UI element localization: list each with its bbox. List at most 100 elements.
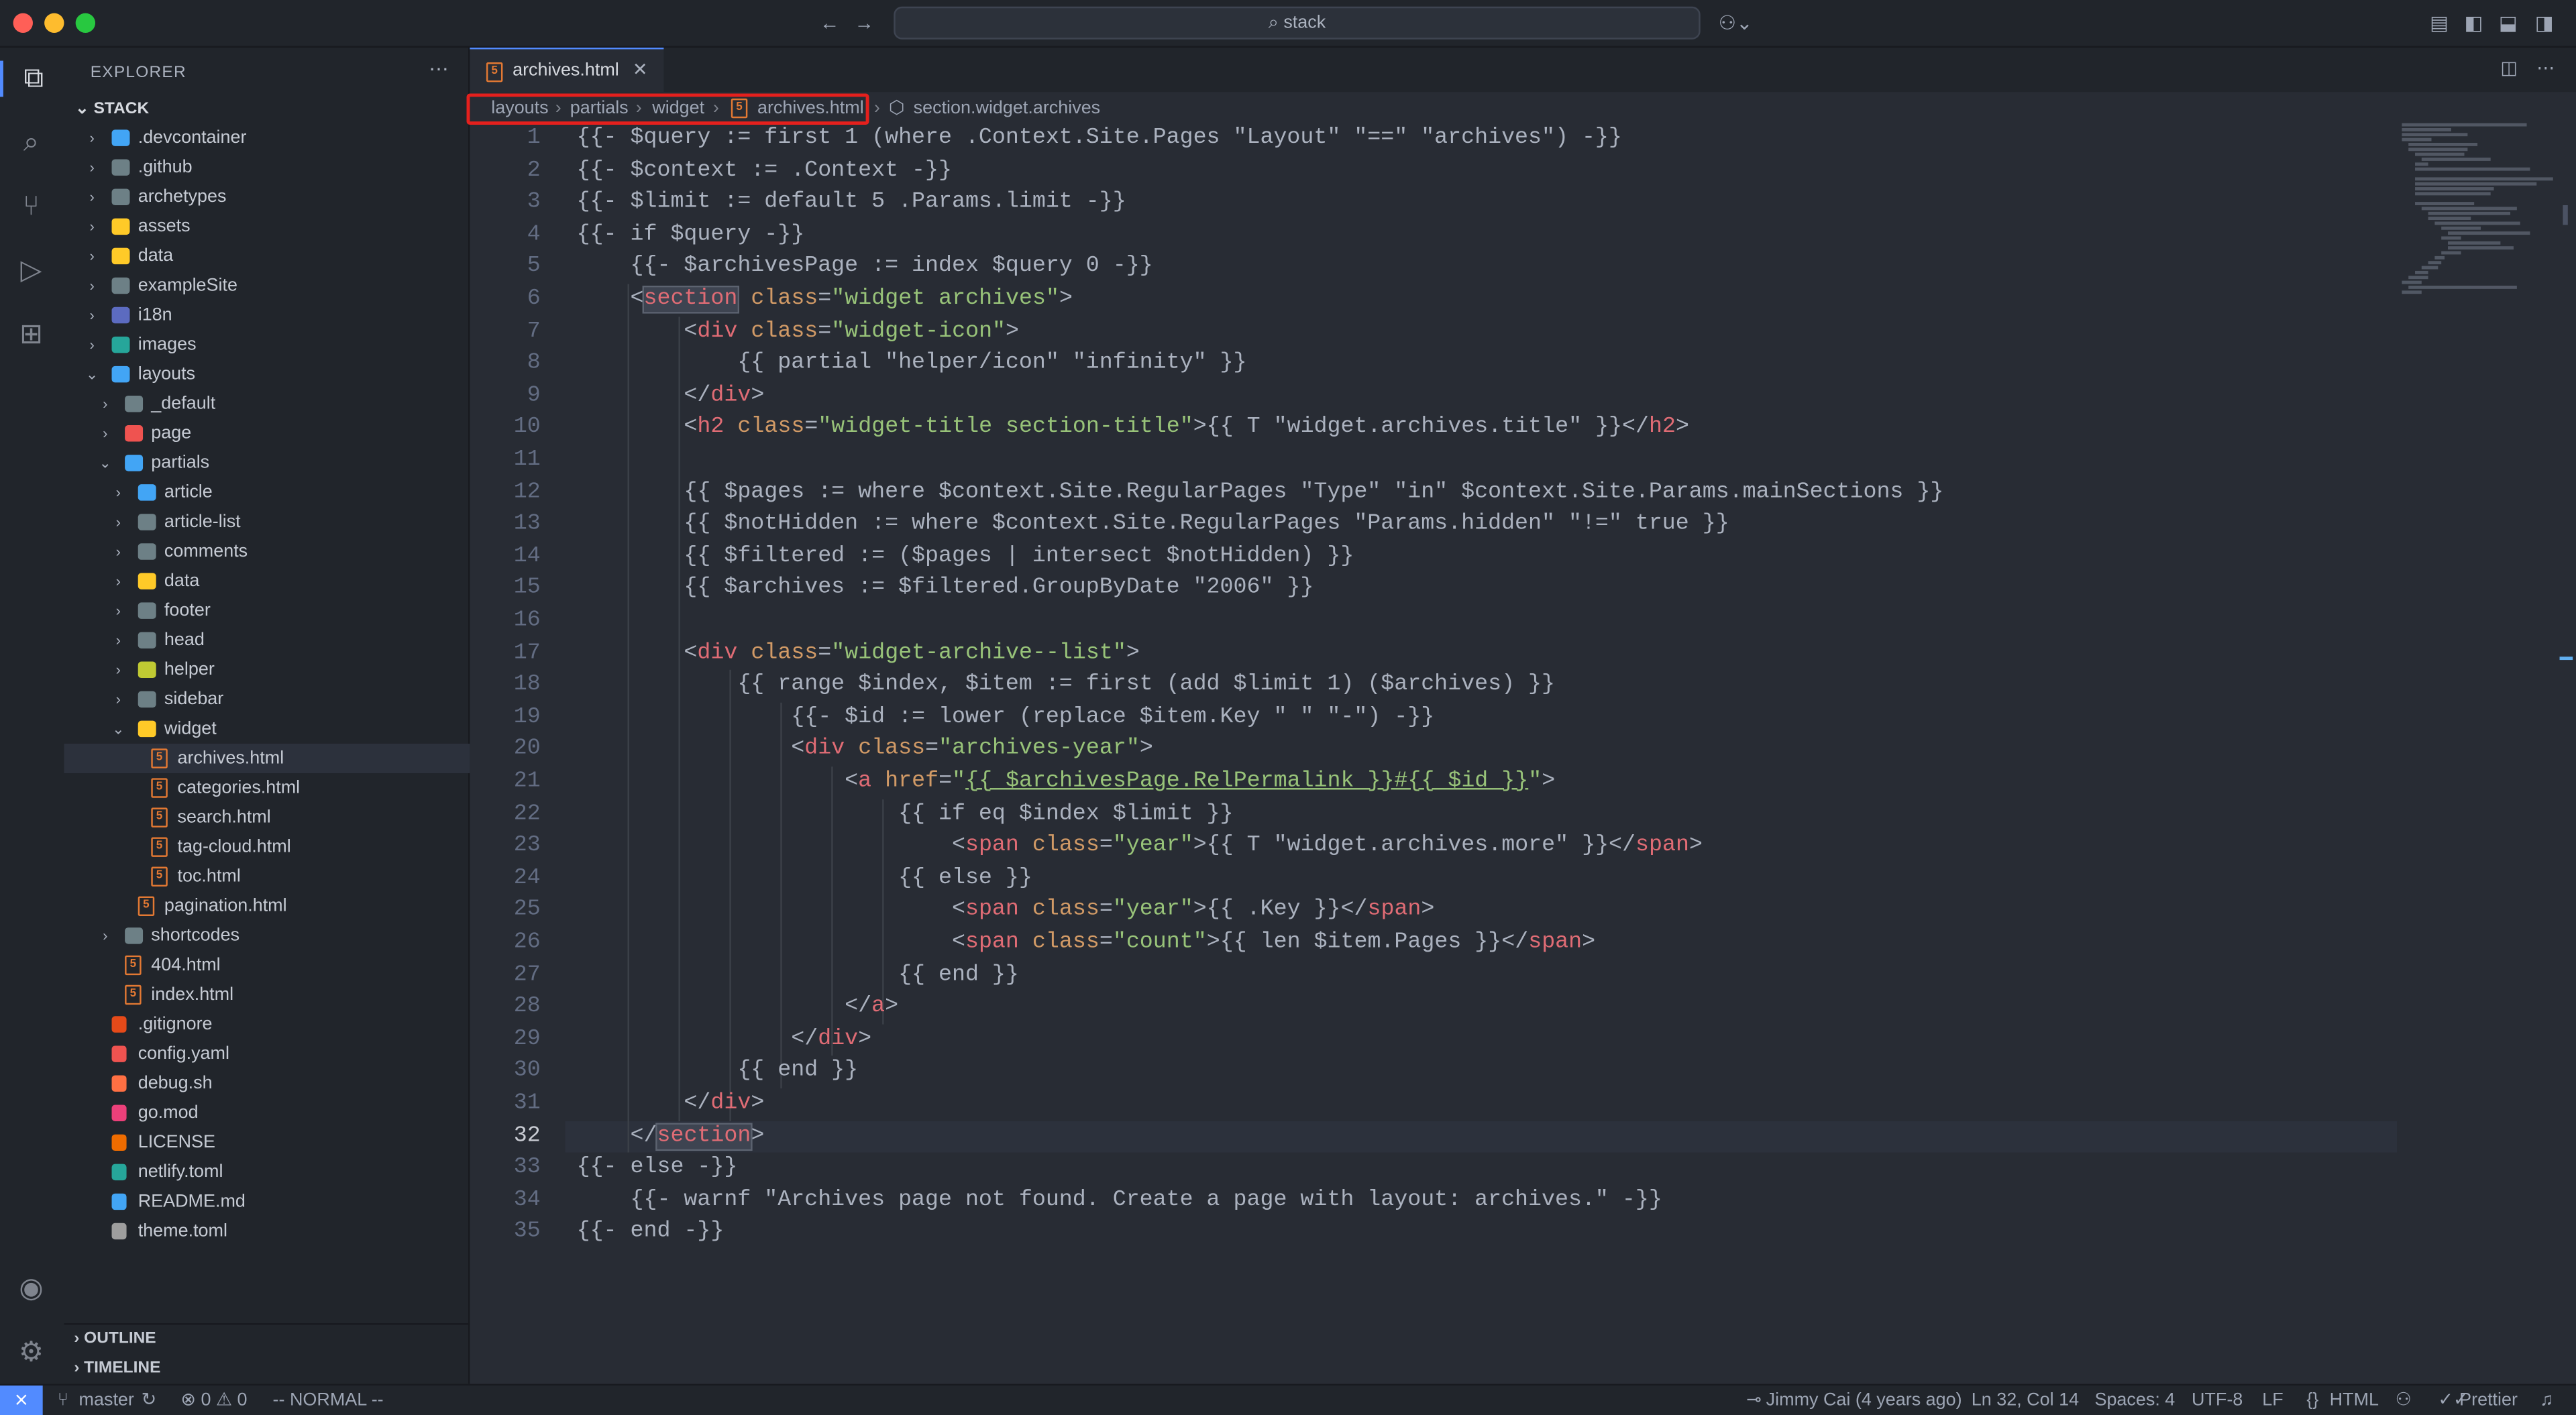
code-line[interactable]: <a href="{{ $archivesPage.RelPermalink }… xyxy=(577,767,1556,799)
code-line[interactable]: <span class="year">{{ .Key }}</span> xyxy=(577,895,1435,927)
close-window-button[interactable] xyxy=(13,13,33,33)
code-line[interactable]: {{- $context := .Context -}} xyxy=(577,156,952,188)
code-line[interactable]: <h2 class="widget-title section-title">{… xyxy=(577,412,1689,445)
breadcrumb-item-partials[interactable]: partials xyxy=(570,94,629,123)
explorer-icon[interactable]: ⧉ xyxy=(0,60,64,97)
code-line[interactable]: </div> xyxy=(577,1024,871,1056)
code-line[interactable]: {{- $archivesPage := index $query 0 -}} xyxy=(577,252,1152,284)
tree-folder[interactable]: › exampleSite xyxy=(64,271,470,300)
code-line[interactable]: {{ partial "helper/icon" "infinity" }} xyxy=(577,348,1246,380)
tree-file[interactable]: 5 404.html xyxy=(64,950,470,980)
run-debug-icon[interactable]: ▷ xyxy=(13,253,50,289)
tree-file[interactable]: config.yaml xyxy=(64,1039,470,1069)
tree-file[interactable]: 5 pagination.html xyxy=(64,891,470,921)
code-line[interactable]: {{- $query := first 1 (where .Context.Si… xyxy=(577,123,1622,156)
indentation[interactable]: Spaces: 4 xyxy=(2094,1385,2175,1415)
extensions-icon[interactable]: ⊞ xyxy=(13,317,50,353)
minimize-window-button[interactable] xyxy=(44,13,64,33)
tree-file[interactable]: 5 archives.html xyxy=(64,743,470,774)
tree-folder[interactable]: › archetypes xyxy=(64,182,470,212)
code-line[interactable]: <section class="widget archives"> xyxy=(577,284,1073,317)
tree-file[interactable]: netlify.toml xyxy=(64,1157,470,1187)
tab-archives-html[interactable]: 5 archives.html ✕ xyxy=(470,47,664,93)
tree-file[interactable]: LICENSE xyxy=(64,1128,470,1157)
sync-icon[interactable]: ↻ xyxy=(142,1385,157,1415)
tree-folder[interactable]: › helper xyxy=(64,655,470,685)
account-icon[interactable]: ◉ xyxy=(13,1271,50,1307)
tree-file[interactable]: debug.sh xyxy=(64,1069,470,1098)
code-line[interactable]: </div> xyxy=(577,380,764,412)
code-line[interactable]: </section> xyxy=(577,1121,764,1153)
code-line[interactable]: {{- $limit := default 5 .Params.limit -}… xyxy=(577,188,1126,220)
tree-folder[interactable]: › sidebar xyxy=(64,685,470,714)
formatter[interactable]: Prettier xyxy=(2459,1385,2518,1415)
problems-count[interactable]: ⊗ 0 ⚠ 0 xyxy=(180,1385,247,1415)
back-arrow-icon[interactable]: ← xyxy=(820,10,839,36)
tree-folder[interactable]: › images xyxy=(64,330,470,359)
branch-name[interactable]: master xyxy=(79,1385,134,1415)
code-line[interactable]: <div class="widget-archive--list"> xyxy=(577,638,1139,670)
code-line[interactable]: {{ $notHidden := where $context.Site.Reg… xyxy=(577,509,1729,541)
tree-folder[interactable]: › page xyxy=(64,418,470,448)
tree-folder[interactable]: › footer xyxy=(64,596,470,626)
settings-gear-icon[interactable]: ⚙ xyxy=(13,1335,50,1371)
toggle-primary-sidebar-icon[interactable]: ◧ xyxy=(2464,10,2483,36)
code-line[interactable]: {{ $filtered := ($pages | intersect $not… xyxy=(577,541,1354,573)
tree-folder[interactable]: › assets xyxy=(64,212,470,241)
tree-file[interactable]: go.mod xyxy=(64,1098,470,1128)
code-line[interactable]: {{- warnf "Archives page not found. Crea… xyxy=(577,1185,1662,1217)
tree-file[interactable]: README.md xyxy=(64,1187,470,1216)
git-blame[interactable]: Jimmy Cai (4 years ago) xyxy=(1766,1385,1962,1415)
breadcrumb-item-layouts[interactable]: layouts xyxy=(491,94,548,123)
tree-folder[interactable]: › head xyxy=(64,626,470,655)
tree-file[interactable]: 5 tag-cloud.html xyxy=(64,832,470,862)
code-line[interactable]: {{ end }} xyxy=(577,960,1019,992)
toggle-panel-icon[interactable]: ⬓ xyxy=(2499,10,2518,36)
code-line[interactable]: </div> xyxy=(577,1088,764,1121)
tree-folder[interactable]: › article xyxy=(64,477,470,507)
code-line[interactable]: {{- $id := lower (replace $item.Key " " … xyxy=(577,702,1435,734)
tree-folder[interactable]: ⌄ layouts xyxy=(64,359,470,389)
tree-file[interactable]: .gitignore xyxy=(64,1010,470,1039)
copilot-status-icon[interactable]: ⚇ xyxy=(2396,1385,2412,1415)
remote-indicator-icon[interactable]: ⨯ xyxy=(0,1385,43,1415)
tree-folder[interactable]: › _default xyxy=(64,389,470,418)
tree-folder[interactable]: › shortcodes xyxy=(64,921,470,950)
code-line[interactable]: {{ $pages := where $context.Site.Regular… xyxy=(577,477,1944,509)
customize-layout-icon[interactable]: ▤ xyxy=(2430,10,2449,36)
notifications-bell-icon[interactable]: ♫ xyxy=(2540,1385,2553,1415)
tree-folder[interactable]: › .github xyxy=(64,153,470,182)
code-line[interactable]: {{ else }} xyxy=(577,863,1032,895)
tree-folder[interactable]: ⌄ widget xyxy=(64,714,470,744)
language-mode[interactable]: HTML xyxy=(2330,1385,2379,1415)
timeline-section[interactable]: › TIMELINE xyxy=(74,1359,160,1377)
workspace-root[interactable]: ⌄ STACK xyxy=(70,97,465,123)
tree-folder[interactable]: › comments xyxy=(64,536,470,566)
tree-folder[interactable]: › data xyxy=(64,241,470,271)
maximize-window-button[interactable] xyxy=(75,13,96,33)
tree-folder[interactable]: › data xyxy=(64,567,470,596)
close-tab-icon[interactable]: ✕ xyxy=(633,49,648,92)
minimap[interactable] xyxy=(2396,123,2553,1384)
code-line[interactable]: {{ $archives := $filtered.GroupByDate "2… xyxy=(577,573,1313,606)
code-line[interactable]: {{- if $query -}} xyxy=(577,220,805,252)
command-center-search[interactable]: ⌕ stack xyxy=(894,6,1701,40)
tree-file[interactable]: 5 index.html xyxy=(64,980,470,1009)
vertical-scrollbar[interactable] xyxy=(2557,123,2576,1384)
encoding[interactable]: UTF-8 xyxy=(2192,1385,2243,1415)
split-editor-icon[interactable]: ◫ xyxy=(2500,58,2517,78)
toggle-secondary-sidebar-icon[interactable]: ◨ xyxy=(2535,10,2554,36)
tree-folder[interactable]: › .devcontainer xyxy=(64,123,470,153)
code-line[interactable]: {{ if eq $index $limit }} xyxy=(577,799,1233,831)
search-view-icon[interactable]: ⌕ xyxy=(13,125,50,161)
tree-file[interactable]: 5 search.html xyxy=(64,803,470,832)
tree-file[interactable]: 5 categories.html xyxy=(64,773,470,803)
code-line[interactable]: {{ end }} xyxy=(577,1056,858,1088)
code-line[interactable]: {{- else -}} xyxy=(577,1153,738,1185)
more-editor-actions-icon[interactable]: ⋯ xyxy=(2536,58,2555,78)
tree-folder[interactable]: › article-list xyxy=(64,507,470,536)
code-line[interactable]: {{ range $index, $item := first (add $li… xyxy=(577,670,1555,702)
code-line[interactable]: <div class="archives-year"> xyxy=(577,734,1153,767)
cursor-position[interactable]: Ln 32, Col 14 xyxy=(1972,1385,2079,1415)
breadcrumb-item-widget[interactable]: widget xyxy=(652,94,704,123)
